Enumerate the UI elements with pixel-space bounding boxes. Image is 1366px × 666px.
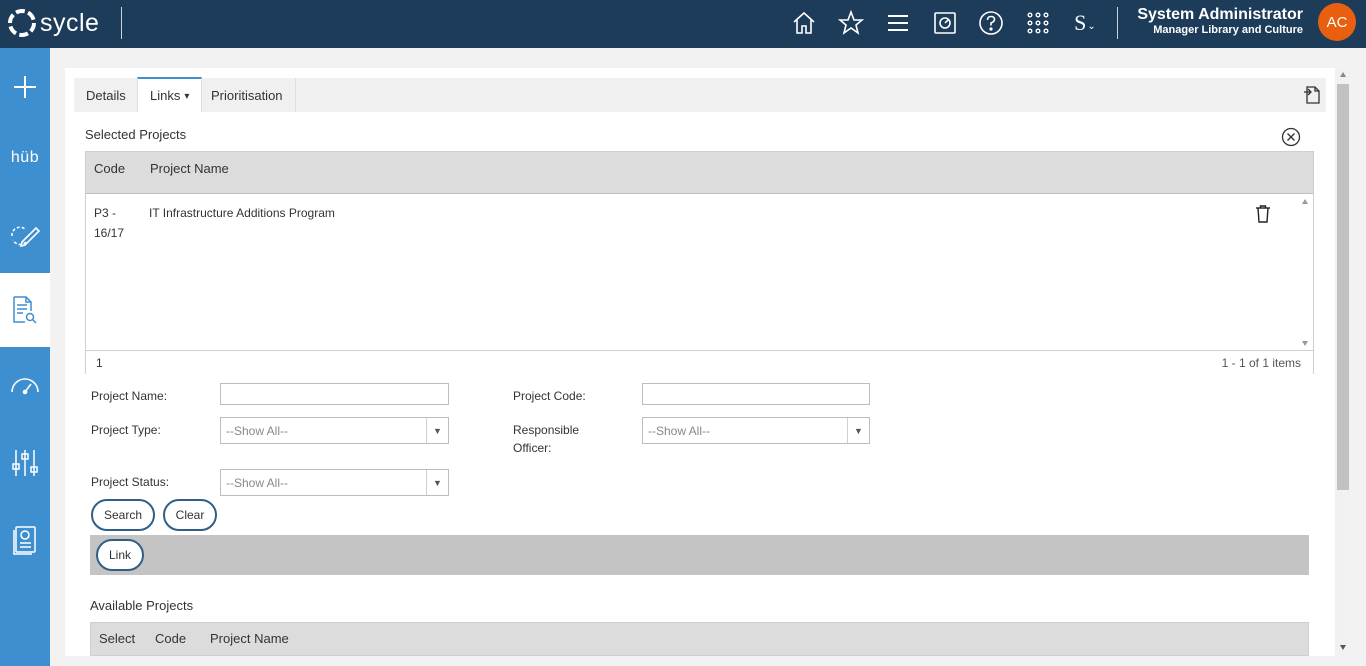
- cycle-pencil-icon: [11, 226, 41, 248]
- top-bar: sycle S ⌄ System Administrator Manager L…: [0, 0, 1366, 48]
- sidebar-item-performance[interactable]: [0, 348, 50, 422]
- grid-pager: 1 1 - 1 of 1 items: [86, 350, 1313, 374]
- column-header-project-name[interactable]: Project Name: [150, 161, 229, 176]
- sidebar-item-cycle[interactable]: [0, 198, 50, 272]
- project-code-input[interactable]: [642, 383, 870, 405]
- s-dropdown-label: S: [1074, 10, 1087, 35]
- grid-header: Code Project Name: [86, 152, 1313, 194]
- tab-bar: Details Links ▾ Prioritisation: [74, 77, 1326, 112]
- sidebar-item-reports[interactable]: [0, 503, 50, 577]
- search-button[interactable]: Search: [91, 499, 155, 531]
- link-button[interactable]: Link: [96, 539, 144, 571]
- menu-icon[interactable]: [882, 7, 914, 39]
- pager-page-number[interactable]: 1: [96, 356, 103, 370]
- sidebar-item-hub[interactable]: hüb: [0, 121, 50, 195]
- selected-projects-title: Selected Projects: [85, 127, 187, 142]
- gauge-icon: [11, 378, 39, 395]
- tab-details[interactable]: Details: [74, 78, 139, 112]
- column-header-select[interactable]: Select: [99, 631, 135, 646]
- responsible-officer-select[interactable]: --Show All-- ▼: [642, 417, 870, 444]
- sycle-logo[interactable]: sycle: [6, 6, 99, 40]
- row-code: P3 - 16/17: [94, 206, 125, 240]
- close-icon[interactable]: [1281, 127, 1301, 147]
- tab-details-label: Details: [86, 87, 126, 103]
- hub-icon: hüb: [10, 149, 40, 166]
- logo-ring-icon: [8, 9, 36, 37]
- chevron-down-icon: ⌄: [1087, 20, 1096, 32]
- grid-scrollbar[interactable]: [1297, 195, 1313, 350]
- user-name[interactable]: System Administrator: [1137, 6, 1303, 24]
- chevron-down-icon[interactable]: ▼: [847, 418, 869, 443]
- project-status-value: --Show All--: [226, 476, 289, 490]
- logo-text: sycle: [40, 8, 100, 37]
- project-type-select[interactable]: --Show All-- ▼: [220, 417, 449, 444]
- export-document-icon[interactable]: [1303, 85, 1323, 105]
- project-status-select[interactable]: --Show All-- ▼: [220, 469, 449, 496]
- help-icon[interactable]: [975, 7, 1007, 39]
- tab-links[interactable]: Links ▾: [137, 77, 203, 112]
- project-status-label: Project Status:: [91, 475, 170, 489]
- sidebar-item-settings[interactable]: [0, 426, 50, 500]
- logo-divider: [121, 7, 122, 39]
- selected-projects-grid: Code Project Name P3 - 16/17 IT Infrastr…: [85, 151, 1314, 374]
- responsible-officer-value: --Show All--: [648, 424, 711, 438]
- tab-prioritisation-label: Prioritisation: [211, 87, 283, 103]
- top-divider: [1117, 7, 1118, 39]
- project-name-input[interactable]: [220, 383, 449, 405]
- available-projects-title: Available Projects: [90, 598, 194, 613]
- avatar[interactable]: AC: [1318, 3, 1356, 41]
- chevron-down-icon[interactable]: ▼: [426, 418, 448, 443]
- sidebar-item-add[interactable]: [0, 50, 50, 124]
- trash-icon[interactable]: [1255, 204, 1271, 224]
- project-type-value: --Show All--: [226, 424, 289, 438]
- sidebar-item-documents[interactable]: [0, 273, 50, 347]
- available-projects-grid-header: Select Code Project Name: [90, 622, 1309, 656]
- report-icon: [13, 526, 36, 555]
- sidebar: hüb: [0, 48, 50, 666]
- row-project-name: IT Infrastructure Additions Program: [149, 206, 335, 220]
- column-header-project-name[interactable]: Project Name: [210, 631, 289, 646]
- main-panel: Details Links ▾ Prioritisation Selected …: [65, 68, 1335, 656]
- column-header-code[interactable]: Code: [94, 161, 125, 176]
- clear-button[interactable]: Clear: [163, 499, 217, 531]
- document-search-icon: [13, 296, 37, 324]
- responsible-officer-label: Responsible Officer:: [513, 423, 580, 455]
- page-scrollbar-thumb[interactable]: [1337, 84, 1349, 490]
- tab-links-label: Links: [150, 88, 181, 103]
- user-role: Manager Library and Culture: [1153, 24, 1303, 36]
- apps-grid-icon[interactable]: [1022, 7, 1054, 39]
- dashboard-icon[interactable]: [929, 7, 961, 39]
- star-icon[interactable]: [835, 7, 867, 39]
- caret-down-icon: ▾: [184, 90, 190, 102]
- project-name-label: Project Name:: [91, 389, 168, 403]
- project-code-label: Project Code:: [513, 389, 586, 403]
- home-icon[interactable]: [788, 7, 820, 39]
- column-header-code[interactable]: Code: [155, 631, 186, 646]
- sliders-icon: [12, 450, 38, 476]
- project-type-label: Project Type:: [91, 423, 161, 437]
- link-toolbar: Link: [90, 535, 1309, 575]
- chevron-down-icon[interactable]: ▼: [426, 470, 448, 495]
- pager-info: 1 - 1 of 1 items: [1221, 356, 1301, 370]
- plus-icon: [14, 76, 36, 98]
- tab-prioritisation[interactable]: Prioritisation: [199, 78, 296, 112]
- s-dropdown-icon[interactable]: S ⌄: [1068, 7, 1102, 39]
